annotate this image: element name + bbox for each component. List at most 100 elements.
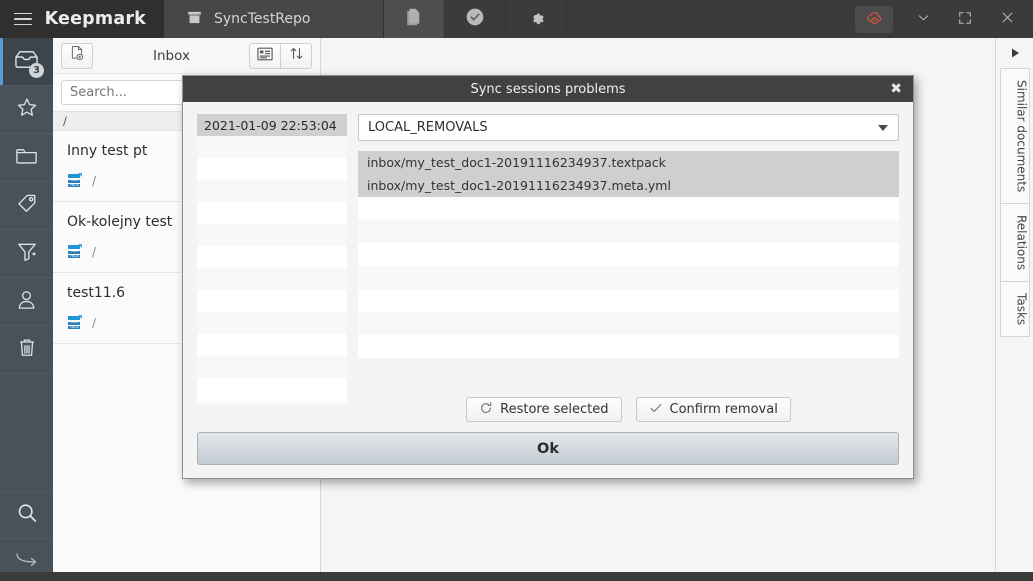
file-row[interactable] — [358, 243, 899, 266]
session-row[interactable]: 2021-01-09 22:53:04 — [197, 114, 347, 136]
sidebar-item-inbox[interactable]: 3 — [0, 38, 53, 86]
session-row[interactable] — [197, 180, 347, 202]
restore-selected-label: Restore selected — [500, 402, 609, 417]
list-item-path: / — [92, 245, 97, 259]
session-row[interactable] — [197, 202, 347, 224]
problem-type-value: LOCAL_REMOVALS — [368, 120, 488, 135]
new-document-icon — [69, 45, 85, 66]
tasks-view-button[interactable] — [445, 0, 506, 38]
play-triangle-icon — [1009, 44, 1021, 63]
titlebar-right-controls — [855, 0, 1033, 38]
session-row[interactable] — [197, 136, 347, 158]
cloud-off-icon — [865, 8, 884, 30]
trash-icon — [16, 336, 38, 363]
session-row[interactable] — [197, 246, 347, 268]
session-row[interactable] — [197, 312, 347, 334]
tab-relations[interactable]: Relations — [999, 203, 1030, 282]
sync-sessions-list[interactable]: 2021-01-09 22:53:04 — [197, 114, 347, 404]
left-icon-rail: 3 — [0, 38, 53, 581]
confirm-removal-label: Confirm removal — [669, 402, 778, 417]
sidebar-item-filters[interactable] — [0, 230, 53, 278]
session-row[interactable] — [197, 290, 347, 312]
session-row[interactable] — [197, 334, 347, 356]
expand-icon — [958, 10, 972, 29]
tab-similar-documents[interactable]: Similar documents — [999, 68, 1030, 204]
tag-icon — [15, 192, 39, 219]
inbox-badge: 3 — [29, 63, 44, 78]
problem-details-column: LOCAL_REMOVALS inbox/my_test_doc1-201911… — [358, 114, 899, 432]
archive-box-icon — [186, 9, 203, 30]
check-icon — [649, 401, 663, 419]
chevron-down-icon — [878, 124, 888, 131]
documents-view-button[interactable] — [384, 0, 445, 38]
tab-tasks[interactable]: Tasks — [999, 281, 1030, 338]
restore-arrow-icon — [479, 401, 493, 419]
problem-type-select[interactable]: LOCAL_REMOVALS — [358, 114, 899, 141]
problem-files-list[interactable]: inbox/my_test_doc1-20191116234937.textpa… — [358, 151, 899, 383]
session-row[interactable] — [197, 158, 347, 180]
ok-button[interactable]: Ok — [197, 432, 899, 465]
list-item-path: / — [92, 174, 97, 188]
right-panel-tabs: Similar documents Relations Tasks — [995, 38, 1033, 572]
list-detail-icon — [257, 46, 273, 65]
textpack-icon: TEXT PACK — [67, 173, 83, 189]
file-row[interactable] — [358, 335, 899, 358]
repo-tab[interactable]: SyncTestRepo — [164, 0, 384, 38]
session-row[interactable] — [197, 224, 347, 246]
toggle-view-button[interactable] — [249, 42, 281, 69]
file-row[interactable]: inbox/my_test_doc1-20191116234937.textpa… — [358, 151, 899, 174]
new-document-button[interactable] — [61, 42, 93, 69]
brand-area: Keepmark — [0, 0, 164, 38]
document-list-view-controls — [249, 42, 312, 69]
cloud-status-button[interactable] — [855, 5, 893, 33]
search-icon — [15, 501, 39, 529]
titlebar-spacer — [567, 0, 855, 38]
sidebar-item-people[interactable] — [0, 278, 53, 326]
arrow-forward-icon — [14, 549, 40, 571]
document-stack-icon — [405, 7, 423, 31]
dialog-footer: Ok — [183, 432, 913, 478]
application-window: Keepmark SyncTestRepo 3 Inbox Search... … — [0, 0, 1033, 581]
confirm-removal-button[interactable]: Confirm removal — [635, 397, 791, 422]
restore-selected-button[interactable]: Restore selected — [466, 397, 622, 422]
dialog-close-icon[interactable]: ✖ — [890, 82, 902, 96]
minimize-button[interactable] — [903, 0, 943, 38]
textpack-icon: TEXT PACK — [67, 244, 83, 260]
app-title: Keepmark — [44, 9, 146, 29]
status-bar — [0, 572, 1033, 581]
sidebar-item-folders[interactable] — [0, 134, 53, 182]
gear-icon — [528, 9, 545, 30]
maximize-button[interactable] — [945, 0, 985, 38]
session-row[interactable] — [197, 268, 347, 290]
file-row[interactable] — [358, 266, 899, 289]
sort-button[interactable] — [280, 42, 312, 69]
file-row[interactable] — [358, 289, 899, 312]
dialog-action-buttons: Restore selected Confirm removal — [358, 383, 899, 432]
sidebar-item-favorites[interactable] — [0, 86, 53, 134]
dialog-title-bar: Sync sessions problems ✖ — [183, 76, 913, 102]
settings-button[interactable] — [506, 0, 567, 38]
list-item-path: / — [92, 316, 97, 330]
dialog-title: Sync sessions problems — [470, 81, 626, 97]
hamburger-icon[interactable] — [14, 12, 32, 26]
dialog-body: 2021-01-09 22:53:04 LOCAL_REMOVALS inbox… — [183, 102, 913, 432]
expand-panel-button[interactable] — [996, 38, 1033, 68]
close-button[interactable] — [987, 0, 1027, 38]
file-row[interactable] — [358, 220, 899, 243]
document-list-title: Inbox — [153, 47, 190, 64]
session-row[interactable] — [197, 356, 347, 378]
sidebar-item-tags[interactable] — [0, 182, 53, 230]
textpack-icon: TEXT PACK — [67, 315, 83, 331]
repo-tab-label: SyncTestRepo — [214, 11, 311, 27]
file-row[interactable]: inbox/my_test_doc1-20191116234937.meta.y… — [358, 174, 899, 197]
file-row[interactable] — [358, 197, 899, 220]
sidebar-item-search[interactable] — [0, 491, 53, 539]
sync-problems-dialog: Sync sessions problems ✖ 2021-01-09 22:5… — [182, 75, 914, 479]
folder-icon — [14, 145, 39, 171]
sidebar-item-trash[interactable] — [0, 326, 53, 374]
funnel-icon — [15, 240, 39, 267]
session-row[interactable] — [197, 378, 347, 400]
document-list-toolbar: Inbox — [53, 38, 320, 74]
file-row[interactable] — [358, 312, 899, 335]
title-bar: Keepmark SyncTestRepo — [0, 0, 1033, 38]
